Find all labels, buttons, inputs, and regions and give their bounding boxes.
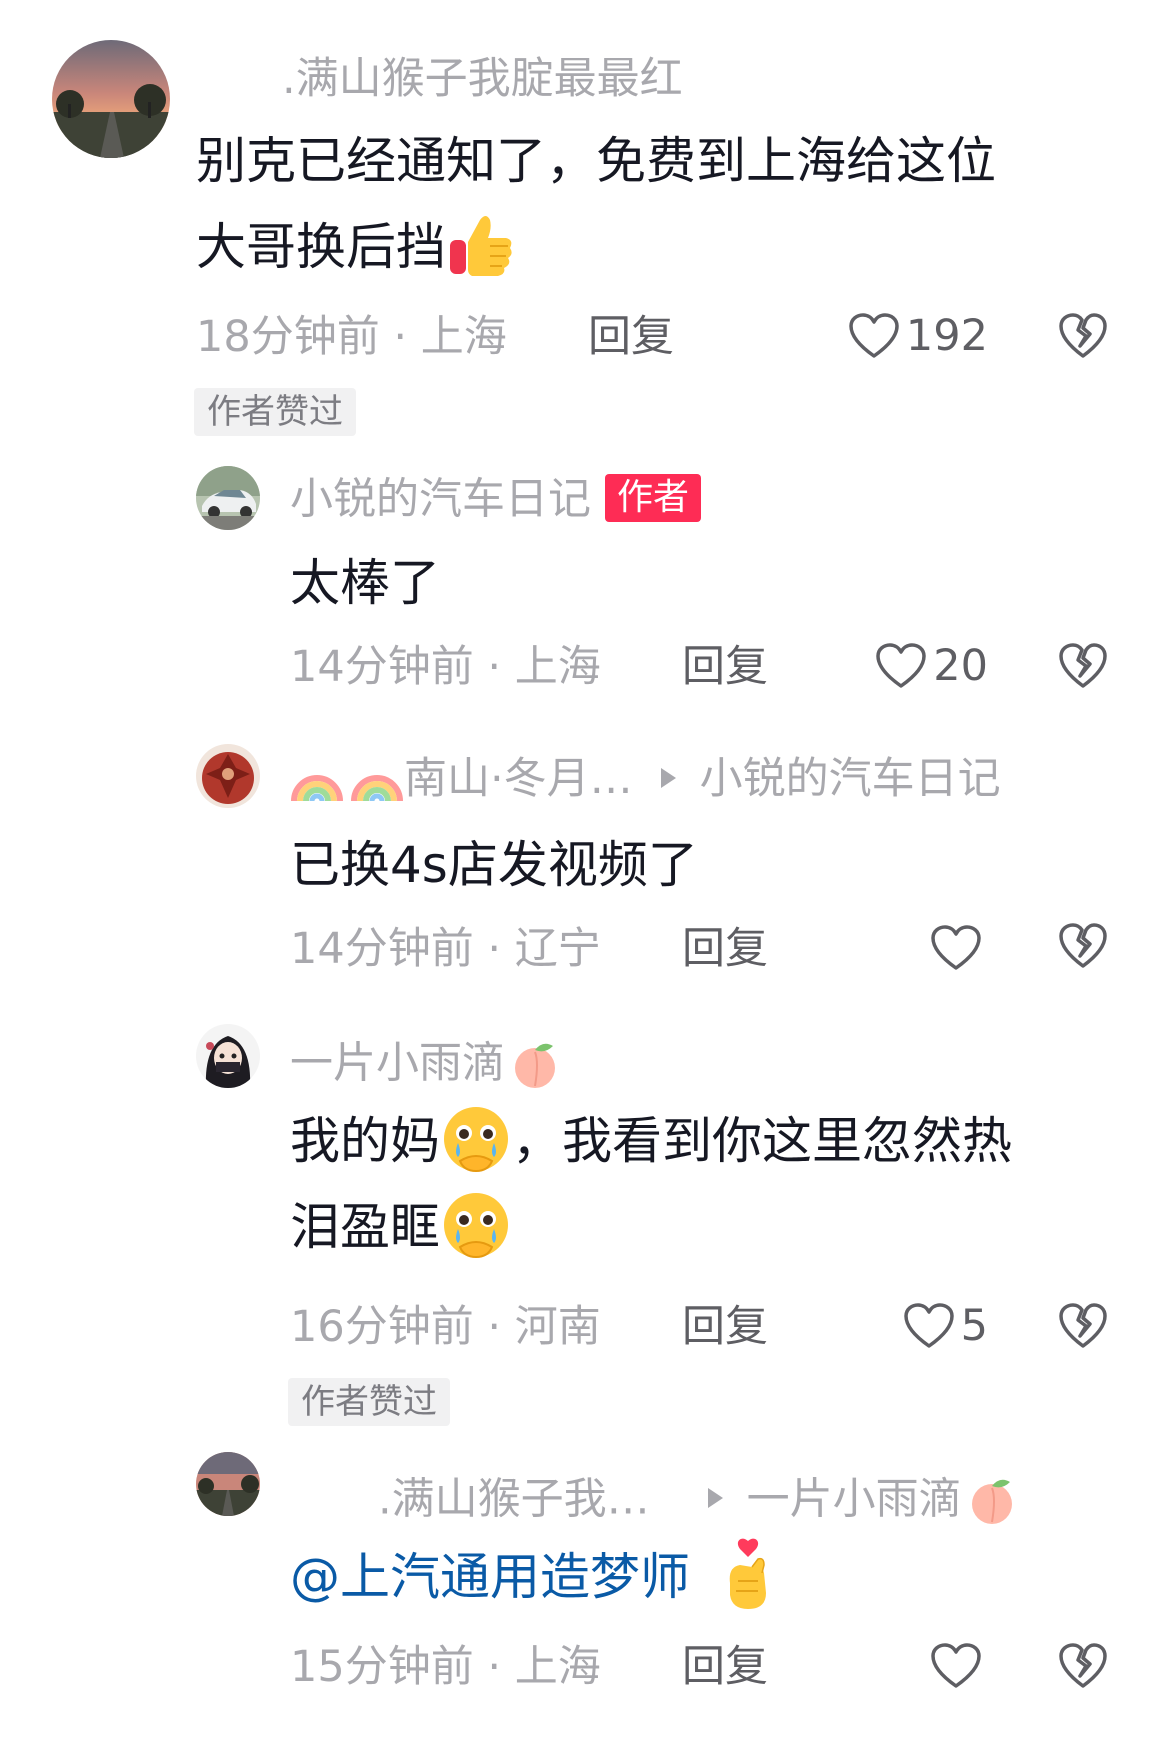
finger-heart-emoji bbox=[718, 1537, 778, 1613]
like-count: 192 bbox=[905, 310, 988, 361]
comment-meta: 16分钟前 · 河南 bbox=[290, 1306, 601, 1349]
reply-arrow-icon bbox=[707, 1488, 723, 1508]
heart-icon bbox=[876, 643, 927, 688]
comment-text-line: 泪盈眶 bbox=[290, 1184, 1130, 1270]
dislike-button[interactable] bbox=[1058, 922, 1108, 974]
comment-time: 18分钟前 bbox=[196, 312, 380, 362]
comment-meta: 15分钟前 · 上海 bbox=[290, 1646, 601, 1689]
like-count: 5 bbox=[960, 1300, 988, 1351]
separator: · bbox=[487, 642, 502, 692]
reply-arrow-icon bbox=[660, 767, 676, 788]
separator: · bbox=[487, 1302, 502, 1352]
like-count: 20 bbox=[933, 640, 988, 691]
rainbow-emoji bbox=[350, 757, 404, 803]
comment-text-line: 大哥换后挡 bbox=[196, 204, 1116, 290]
peach-emoji bbox=[509, 1038, 561, 1090]
broken-heart-icon bbox=[1059, 1303, 1107, 1348]
reply-author-line: .满山猴子我… 一片小雨滴 bbox=[378, 1476, 1018, 1528]
avatar[interactable] bbox=[196, 744, 260, 808]
reply-button[interactable]: 回复 bbox=[682, 1306, 768, 1349]
comment-time: 14分钟前 bbox=[290, 642, 474, 692]
like-button[interactable] bbox=[920, 1640, 988, 1692]
comment-location: 上海 bbox=[420, 312, 507, 362]
holding-back-tears-emoji bbox=[440, 1103, 512, 1175]
reply-text: @上汽通用造梦师 bbox=[290, 1534, 778, 1620]
broken-heart-icon bbox=[1059, 923, 1107, 968]
comment-location: 辽宁 bbox=[514, 924, 601, 974]
separator: · bbox=[393, 312, 408, 362]
reply-author[interactable]: 南山·冬月… bbox=[404, 754, 633, 804]
dislike-button[interactable] bbox=[1058, 1642, 1108, 1694]
reply-author-line: 南山·冬月… 小锐的汽车日记 bbox=[290, 758, 1001, 805]
rainbow-emoji bbox=[290, 757, 344, 803]
reply-to-name[interactable]: 一片小雨滴 bbox=[747, 1475, 962, 1525]
comment-text-line: 别克已经通知了，免费到上海给这位 bbox=[196, 132, 996, 190]
broken-heart-icon bbox=[1059, 313, 1107, 358]
peach-emoji bbox=[966, 1474, 1018, 1526]
comment-time: 16分钟前 bbox=[290, 1302, 474, 1352]
separator: · bbox=[487, 1642, 502, 1692]
heart-icon bbox=[931, 925, 981, 970]
reply-text: 我的妈 ，我看到你这里忽然热 泪盈眶 bbox=[290, 1098, 1130, 1270]
reply-button[interactable]: 回复 bbox=[682, 928, 768, 971]
reply-to-name[interactable]: 小锐的汽车日记 bbox=[700, 754, 1001, 804]
comment-time: 15分钟前 bbox=[290, 1642, 474, 1692]
dislike-button[interactable] bbox=[1058, 1302, 1108, 1354]
comment-location: 上海 bbox=[514, 642, 601, 692]
dislike-button[interactable] bbox=[1058, 312, 1108, 364]
reply-button[interactable]: 回复 bbox=[588, 316, 674, 359]
comment-text-line: 我的妈 ，我看到你这里忽然热 bbox=[290, 1098, 1130, 1184]
heart-icon bbox=[931, 1643, 981, 1688]
broken-heart-icon bbox=[1059, 643, 1107, 688]
thumbs-up-emoji bbox=[446, 210, 516, 280]
avatar[interactable] bbox=[196, 1024, 260, 1088]
reply-author[interactable]: .满山猴子我… bbox=[378, 1475, 650, 1525]
comment-time: 14分钟前 bbox=[290, 924, 474, 974]
reply-author[interactable]: 小锐的汽车日记 作者 bbox=[290, 474, 702, 526]
comment-author[interactable]: .满山猴子我腚最最红 bbox=[282, 58, 683, 101]
mention-link[interactable]: @上汽通用造梦师 bbox=[290, 1548, 690, 1606]
avatar[interactable] bbox=[52, 40, 170, 158]
heart-icon bbox=[849, 313, 899, 358]
holding-back-tears-emoji bbox=[440, 1189, 512, 1261]
dislike-button[interactable] bbox=[1058, 642, 1108, 694]
comment-meta: 14分钟前 · 上海 bbox=[290, 646, 601, 689]
reply-text: 已换4s店发视频了 bbox=[290, 836, 698, 894]
comment-text: 别克已经通知了，免费到上海给这位 大哥换后挡 bbox=[196, 118, 1116, 290]
reply-author[interactable]: 一片小雨滴 bbox=[290, 1040, 561, 1092]
author-badge: 作者 bbox=[605, 474, 702, 522]
like-button[interactable]: 5 bbox=[880, 1300, 988, 1352]
like-button[interactable]: 20 bbox=[860, 640, 988, 692]
avatar[interactable] bbox=[196, 1452, 260, 1516]
separator: · bbox=[487, 924, 502, 974]
author-liked-tag: 作者赞过 bbox=[194, 388, 356, 436]
comment-location: 上海 bbox=[514, 1642, 601, 1692]
avatar[interactable] bbox=[196, 466, 260, 530]
comment-meta: 14分钟前 · 辽宁 bbox=[290, 928, 601, 971]
broken-heart-icon bbox=[1059, 1643, 1107, 1688]
reply-button[interactable]: 回复 bbox=[682, 646, 768, 689]
reply-button[interactable]: 回复 bbox=[682, 1646, 768, 1689]
author-liked-tag: 作者赞过 bbox=[288, 1378, 450, 1426]
heart-icon bbox=[903, 1303, 954, 1348]
reply-text: 太棒了 bbox=[290, 554, 440, 612]
like-button[interactable]: 192 bbox=[830, 310, 988, 362]
like-button[interactable] bbox=[920, 922, 988, 974]
comment-meta: 18分钟前 · 上海 bbox=[196, 316, 507, 359]
comment-location: 河南 bbox=[514, 1302, 601, 1352]
